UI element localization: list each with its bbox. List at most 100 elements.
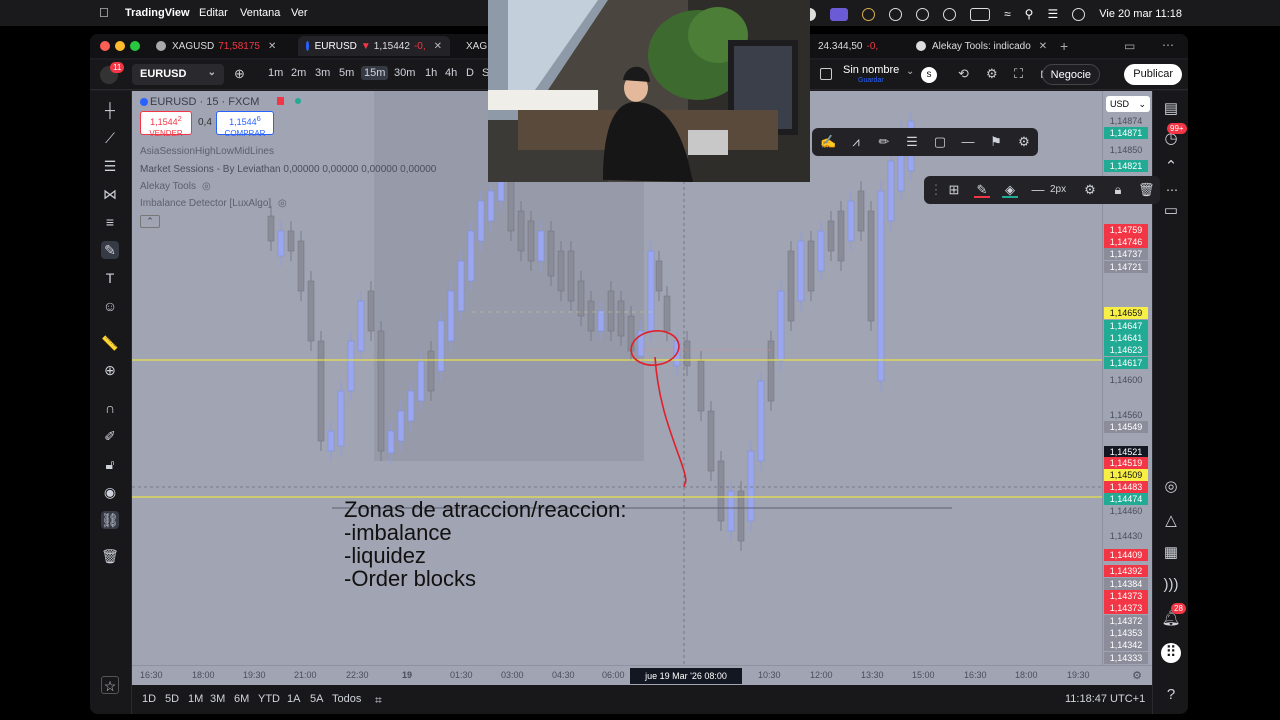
axis-settings-icon[interactable]: ⚙	[1132, 669, 1142, 682]
menubar-datetime[interactable]: Vie 20 mar 11:18	[1099, 8, 1182, 20]
apple-menu-icon[interactable]: 	[99, 5, 109, 20]
rectangle-icon[interactable]: ▢	[932, 134, 948, 150]
favorites-star-icon[interactable]: ☆	[101, 676, 119, 694]
collapse-legend-icon[interactable]: ⌃	[140, 215, 160, 228]
drawn-arrow-annotation[interactable]	[654, 356, 687, 488]
tab-alekay-tools[interactable]: Alekay Tools: indicado ✕	[908, 36, 1058, 56]
range-5d[interactable]: 5D	[165, 693, 179, 705]
zigzag-icon[interactable]: ⩘	[848, 134, 864, 150]
tab-xag[interactable]: XAG	[452, 36, 492, 56]
trash-icon[interactable]: 🗑︎	[101, 547, 119, 565]
magnet-icon[interactable]: ∩	[101, 399, 119, 417]
screen-share-icon[interactable]: ▭	[1124, 39, 1135, 53]
more-options-icon[interactable]: ⋯	[1162, 38, 1174, 52]
play-icon[interactable]	[943, 7, 957, 21]
chat-icon[interactable]: ▭	[1161, 201, 1181, 221]
battery-icon[interactable]	[970, 7, 991, 21]
range-1m[interactable]: 1M	[188, 693, 203, 705]
pen-icon[interactable]: ✏	[876, 134, 892, 150]
drag-handle-icon[interactable]: ⋮	[928, 182, 944, 198]
wifi-icon[interactable]: ≈	[1004, 7, 1011, 21]
tab-xagusd[interactable]: XAGUSD 71,58175 ✕	[148, 36, 296, 56]
replay-icon[interactable]: ⟲	[958, 66, 969, 82]
watchlist-icon[interactable]: ▤	[1161, 99, 1181, 119]
zoom-in-icon[interactable]: ⊕	[101, 361, 119, 379]
flag-marker-icon[interactable]: ⚑	[988, 134, 1004, 150]
date-range-icon[interactable]: ⌗	[375, 693, 382, 708]
chevron-up-icon[interactable]: ⌃	[1161, 157, 1181, 177]
eye-off-icon[interactable]: ◎	[202, 181, 211, 192]
indicator-asia-session[interactable]: AsiaSessionHighLowMidLines	[140, 146, 274, 157]
range-3m[interactable]: 3M	[210, 693, 225, 705]
headphones-icon[interactable]	[916, 7, 930, 21]
broadcast-icon[interactable]: )))	[1161, 575, 1181, 595]
lines-icon[interactable]: ☰	[904, 134, 920, 150]
close-icon[interactable]: ✕	[268, 41, 276, 52]
horizontal-lines-icon[interactable]: ☰	[101, 157, 119, 175]
help-icon[interactable]: ?	[1161, 685, 1181, 705]
timeframe-d[interactable]: D	[466, 67, 474, 79]
calendar-icon[interactable]: ▦	[1161, 543, 1181, 563]
range-5a[interactable]: 5A	[310, 693, 323, 705]
flag-icon[interactable]	[277, 97, 284, 105]
tab-eurusd[interactable]: EURUSD ▼ 1,15442 -0, ✕	[298, 36, 450, 56]
eye-off-icon[interactable]: ◎	[278, 198, 287, 209]
link-icon[interactable]: ⛓	[101, 511, 119, 529]
apps-grid-icon[interactable]: ⠿	[1161, 643, 1181, 663]
lock-icon[interactable]: 🔓︎	[101, 455, 119, 473]
currency-selector[interactable]: USD ⌄	[1106, 96, 1150, 112]
timeframe-30m[interactable]: 30m	[394, 67, 415, 79]
search-icon[interactable]: ⚲	[1025, 7, 1034, 21]
lock-drawing-icon[interactable]: ✐	[101, 427, 119, 445]
chevron-down-icon[interactable]: ⌄	[906, 66, 914, 77]
menubar-app-name[interactable]: TradingView	[125, 7, 190, 19]
range-ytd[interactable]: YTD	[258, 693, 280, 705]
timeframe-15m[interactable]: 15m	[361, 66, 389, 80]
highlighter-icon[interactable]: ✍	[820, 134, 836, 150]
line-width-label[interactable]: 2px	[1050, 184, 1066, 195]
buy-button[interactable]: 1,15446 COMPRAR	[216, 111, 274, 138]
fill-color-icon[interactable]: ◈	[1002, 182, 1018, 198]
indicator-imbalance-detector[interactable]: Imbalance Detector [LuxAlgo]	[140, 198, 271, 209]
indicator-alekay-tools[interactable]: Alekay Tools	[140, 181, 196, 192]
brush-icon[interactable]: ✎	[101, 241, 119, 259]
clock-label[interactable]: 11:18:47 UTC+1	[1065, 693, 1145, 705]
lock-icon[interactable]: 🔒︎	[1110, 182, 1126, 198]
line-style-icon[interactable]: —	[1030, 182, 1046, 198]
more-icon[interactable]: ⋯	[1166, 183, 1178, 197]
control-center-icon[interactable]: ☰	[1047, 7, 1058, 21]
status-shield-icon[interactable]	[889, 7, 903, 21]
menubar-item-ver[interactable]: Ver	[291, 7, 308, 19]
status-screen-icon[interactable]	[830, 7, 849, 21]
line-color-icon[interactable]: ✎	[974, 182, 990, 198]
siri-icon[interactable]	[1072, 7, 1086, 21]
text-tool-icon[interactable]: T	[101, 269, 119, 287]
templates-icon[interactable]: ⊞	[946, 182, 962, 198]
window-minimize-button[interactable]	[115, 41, 125, 51]
timeframe-1m[interactable]: 1m	[268, 67, 283, 79]
symbol-search-input[interactable]: EURUSD ⌄	[132, 64, 224, 85]
close-icon[interactable]: ✕	[434, 41, 442, 52]
annotation-text[interactable]: Zonas de atraccion/reaccion: -imbalance …	[344, 498, 627, 590]
settings-icon[interactable]: ⚙	[1082, 182, 1098, 198]
menubar-item-ventana[interactable]: Ventana	[240, 7, 280, 19]
timeframe-3m[interactable]: 3m	[315, 67, 330, 79]
trash-icon[interactable]: 🗑︎	[1138, 182, 1155, 198]
ideas-icon[interactable]: △	[1161, 511, 1181, 531]
time-axis[interactable]: jue 19 Mar '26 08:00 ⚙ 16:30 18:00 19:30 21…	[132, 665, 1152, 685]
hline-icon[interactable]: —	[960, 134, 976, 150]
window-zoom-button[interactable]	[130, 41, 140, 51]
layout-save-label[interactable]: Guardar	[858, 77, 884, 84]
publish-button[interactable]: Publicar	[1124, 64, 1182, 85]
range-1a[interactable]: 1A	[287, 693, 300, 705]
range-1d[interactable]: 1D	[142, 693, 156, 705]
account-avatar[interactable]: s	[921, 67, 937, 83]
settings-gear-icon[interactable]: ⚙	[986, 66, 998, 82]
emoji-icon[interactable]: ☺	[101, 297, 119, 315]
fib-tool-icon[interactable]: ≡	[101, 213, 119, 231]
range-6m[interactable]: 6M	[234, 693, 249, 705]
ruler-icon[interactable]: 📏	[101, 334, 119, 352]
add-symbol-icon[interactable]: ⊕	[234, 66, 245, 82]
menubar-item-editar[interactable]: Editar	[199, 7, 228, 19]
close-icon[interactable]: ✕	[1039, 41, 1047, 52]
